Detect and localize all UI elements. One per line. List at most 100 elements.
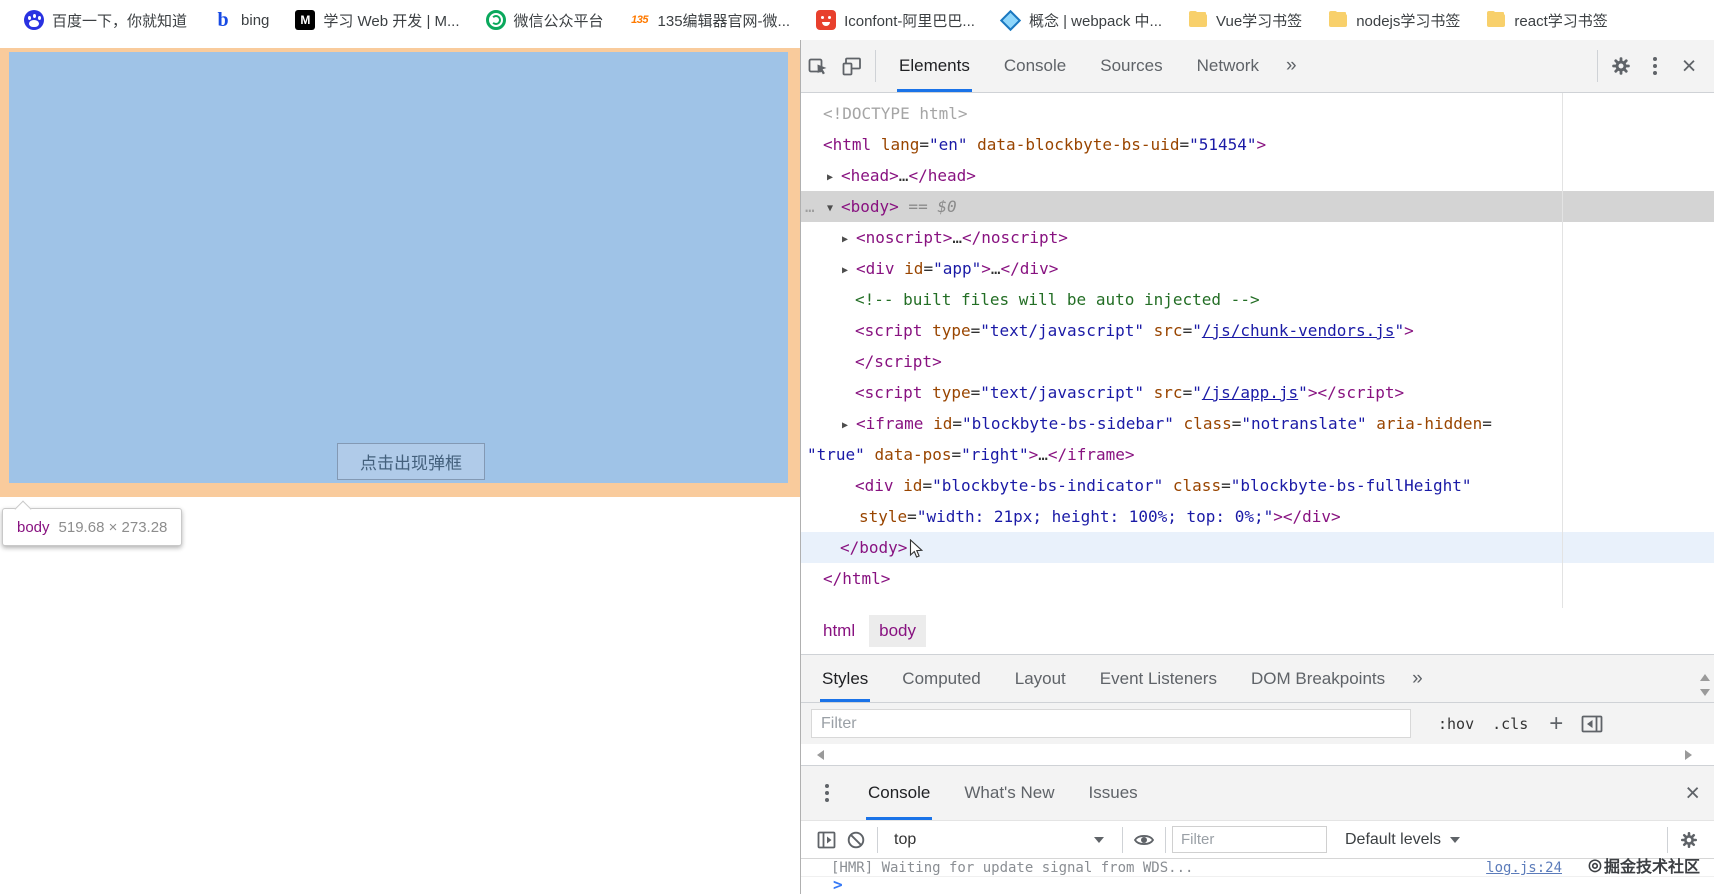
breadcrumb-html[interactable]: html <box>813 615 865 647</box>
code-token: > <box>981 259 991 278</box>
tab-elements[interactable]: Elements <box>897 40 972 92</box>
code-token: "text/javascript" <box>980 383 1145 402</box>
bookmark-item[interactable]: Vue学习书签 <box>1178 7 1312 34</box>
dom-tree-row[interactable]: … ▼ <body> == $0 <box>801 191 1714 222</box>
scroll-up-icon[interactable] <box>1700 674 1710 681</box>
dock-sidebar-icon[interactable] <box>1575 707 1609 741</box>
console-sidebar-icon[interactable] <box>811 826 841 854</box>
console-message-source-link[interactable]: log.js:24 <box>1486 859 1562 876</box>
tab-issues[interactable]: Issues <box>1087 766 1140 820</box>
node-actions-ellipsis[interactable]: … <box>805 191 816 222</box>
dom-tree-row[interactable]: <div id="blockbyte-bs-indicator" class="… <box>801 470 1714 501</box>
bookmark-item[interactable]: nodejs学习书签 <box>1318 7 1470 34</box>
bookmark-item[interactable]: bing <box>203 7 279 33</box>
toggle-element-state-button[interactable]: :hov <box>1438 715 1474 733</box>
dom-tree-row[interactable]: "true" data-pos="right">…</iframe> <box>801 439 1714 470</box>
clear-console-icon[interactable] <box>841 826 871 854</box>
code-token: class <box>1172 476 1222 495</box>
element-classes-button[interactable]: .cls <box>1492 715 1528 733</box>
show-dialog-button[interactable]: 点击出现弹框 <box>337 443 485 480</box>
bookmark-item[interactable]: 百度一下，你就知道 <box>14 7 197 34</box>
code-token: "width: 21px; height: 100%; top: 0%;" <box>916 507 1274 526</box>
dom-tree-row[interactable]: ▶ <iframe id="blockbyte-bs-sidebar" class… <box>801 408 1714 439</box>
dom-tree-row[interactable]: <!-- built files will be auto injected -… <box>801 284 1714 315</box>
tab-sources[interactable]: Sources <box>1098 40 1164 92</box>
bookmark-label: Iconfont-阿里巴巴... <box>844 12 975 30</box>
juejin-watermark: ◎ 掘金技术社区 <box>1588 853 1700 877</box>
code-token: = <box>922 476 933 495</box>
tab-console[interactable]: Console <box>1002 40 1068 92</box>
devtools-close-icon[interactable]: × <box>1672 49 1706 83</box>
console-filter-input[interactable] <box>1172 826 1327 853</box>
new-style-rule-button[interactable]: + <box>1549 710 1563 738</box>
scroll-down-icon[interactable] <box>1700 689 1710 696</box>
console-toolbar: top Default levels <box>801 821 1714 859</box>
more-tabs-icon[interactable]: » <box>1276 55 1307 77</box>
code-token: > <box>1404 321 1414 340</box>
toolbar-divider <box>1165 826 1166 853</box>
resource-link[interactable]: /js/chunk-vendors.js <box>1202 321 1395 340</box>
log-levels-select[interactable]: Default levels <box>1345 831 1461 849</box>
devtools-panel: Elements Console Sources Network » × <!DOCT… <box>800 40 1714 894</box>
javascript-context-select[interactable]: top <box>884 831 1116 849</box>
drawer-menu-icon[interactable] <box>817 776 837 810</box>
devtools-main-toolbar: Elements Console Sources Network » × <box>801 40 1714 93</box>
styles-horizontal-scrollbar[interactable] <box>801 744 1714 765</box>
console-settings-gear-icon[interactable] <box>1674 826 1704 854</box>
bookmark-item[interactable]: 概念 | webpack 中... <box>991 7 1172 34</box>
scroll-left-icon[interactable] <box>817 750 824 760</box>
tab-what-s-new[interactable]: What's New <box>962 766 1056 820</box>
dom-tree-row[interactable]: ▶ <div id="app">…</div> <box>801 253 1714 284</box>
bookmark-item[interactable]: 135编辑器官网-微... <box>620 7 801 34</box>
bookmark-item[interactable]: react学习书签 <box>1476 7 1617 34</box>
drawer-close-icon[interactable]: × <box>1685 766 1700 820</box>
browser-viewport: 点击出现弹框 body 519.68 × 273.28 <box>0 40 800 894</box>
styles-filter-input[interactable] <box>811 709 1411 738</box>
expand-arrow-icon[interactable]: ▶ <box>827 162 841 193</box>
scroll-right-icon[interactable] <box>1685 750 1692 760</box>
console-prompt[interactable]: > <box>801 877 1714 894</box>
code-token: </html> <box>823 569 891 588</box>
code-token: <!DOCTYPE html> <box>823 104 968 123</box>
tab-console[interactable]: Console <box>866 766 933 820</box>
dom-tree-row[interactable]: ▶ <head>…</head> <box>801 160 1714 191</box>
dom-tree-row[interactable]: <!DOCTYPE html> <box>801 98 1714 129</box>
tab-dom-breakpoints[interactable]: DOM Breakpoints <box>1249 655 1387 702</box>
dom-tree-row[interactable]: </html> <box>801 563 1714 594</box>
bookmark-label: 百度一下，你就知道 <box>52 12 188 30</box>
tab-network[interactable]: Network <box>1195 40 1261 92</box>
dom-tree-row[interactable]: </script> <box>801 346 1714 377</box>
expand-arrow-icon[interactable]: ▶ <box>842 410 856 441</box>
dom-tree-row[interactable]: <html lang="en" data-blockbyte-bs-uid="5… <box>801 129 1714 160</box>
webpack-favicon-icon <box>1001 10 1021 30</box>
tab-styles[interactable]: Styles <box>820 655 871 702</box>
tab-layout[interactable]: Layout <box>1013 655 1068 702</box>
live-expression-eye-icon[interactable] <box>1129 826 1159 854</box>
tooltip-dimensions: 519.68 × 273.28 <box>58 518 168 536</box>
devtools-menu-icon[interactable] <box>1638 49 1672 83</box>
collapse-arrow-icon[interactable]: ▼ <box>827 193 841 224</box>
bookmark-item[interactable]: 微信公众平台 <box>476 7 614 34</box>
expand-arrow-icon[interactable]: ▶ <box>842 224 856 255</box>
tab-computed[interactable]: Computed <box>900 655 982 702</box>
resource-link[interactable]: /js/app.js <box>1202 383 1298 402</box>
settings-gear-icon[interactable] <box>1604 49 1638 83</box>
device-toolbar-icon[interactable] <box>835 49 869 83</box>
bookmark-item[interactable]: Iconfont-阿里巴巴... <box>806 7 985 34</box>
inspect-element-icon[interactable] <box>801 49 835 83</box>
dom-tree-row[interactable]: ▶ <noscript>…</noscript> <box>801 222 1714 253</box>
breadcrumb-body[interactable]: body <box>869 615 926 647</box>
dom-tree-row[interactable]: style="width: 21px; height: 100%; top: 0… <box>801 501 1714 532</box>
code-token: > <box>1028 445 1039 464</box>
code-token: <div <box>855 476 894 495</box>
bookmark-item[interactable]: 学习 Web 开发 | M... <box>285 7 469 34</box>
dom-tree-row[interactable]: </body> <box>801 532 1714 563</box>
code-token: "blockbyte-bs-indicator" <box>932 476 1164 495</box>
more-tabs-icon[interactable]: » <box>1402 668 1433 690</box>
expand-arrow-icon[interactable]: ▶ <box>842 255 856 286</box>
tab-event-listeners[interactable]: Event Listeners <box>1098 655 1219 702</box>
styles-filter-row: :hov .cls + <box>801 703 1714 744</box>
dom-tree-row[interactable]: <script type="text/javascript" src="/js/… <box>801 377 1714 408</box>
dom-tree-row[interactable]: <script type="text/javascript" src="/js/… <box>801 315 1714 346</box>
